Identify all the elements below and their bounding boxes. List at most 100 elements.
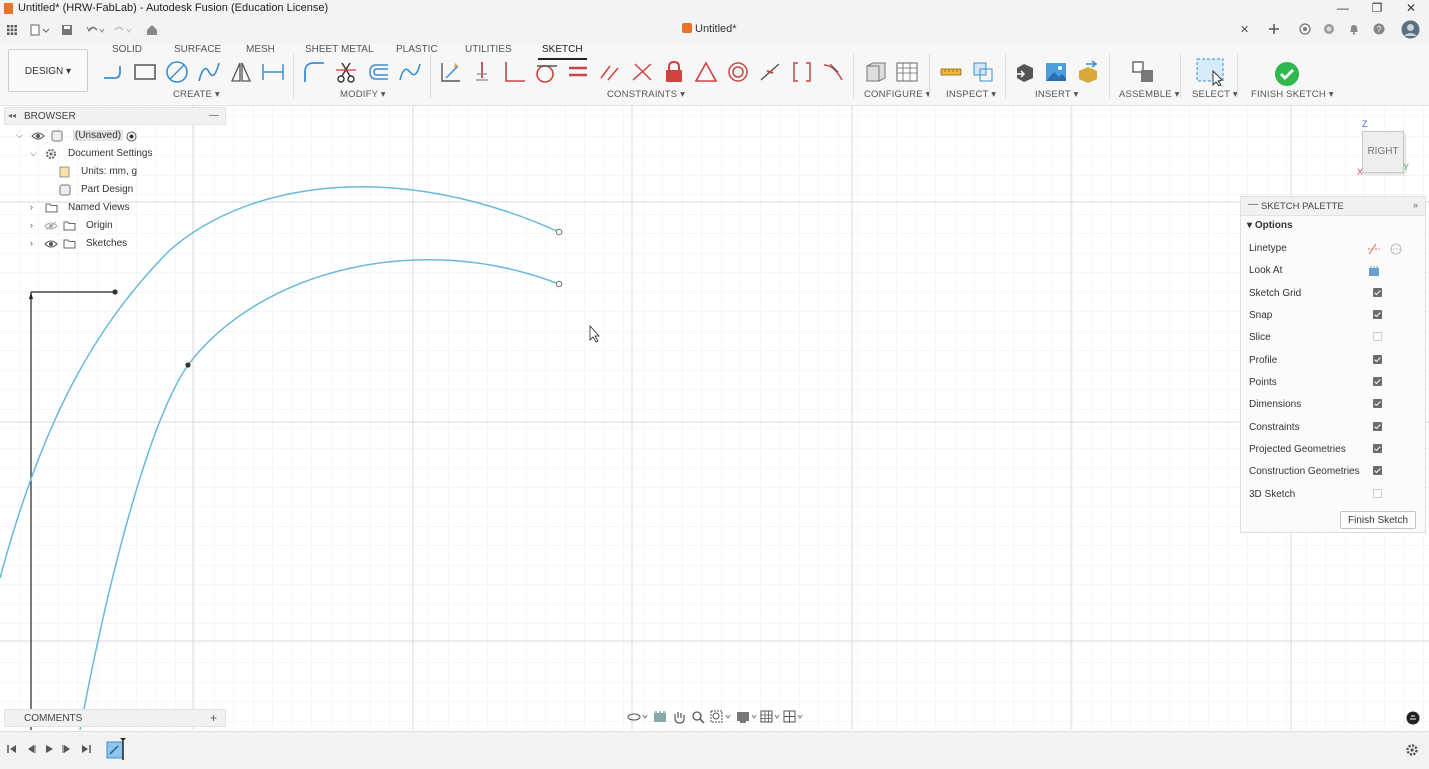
tree-item-units[interactable]: Units: mm, g <box>0 163 226 181</box>
constraints-menu[interactable]: CONSTRAINTS ▾ <box>607 89 685 100</box>
close-button[interactable]: ✕ <box>1394 0 1428 17</box>
tab-solid[interactable]: SOLID <box>112 44 142 55</box>
tangent-constraint-icon[interactable] <box>534 60 558 84</box>
offset-tool-icon[interactable] <box>366 60 390 84</box>
spline-tool-icon[interactable] <box>197 60 221 84</box>
chevron-right-icon[interactable]: › <box>30 202 33 212</box>
construction-linetype-icon[interactable] <box>1367 242 1381 256</box>
new-component-icon[interactable] <box>1131 60 1155 84</box>
insert-menu[interactable]: INSERT ▾ <box>1035 89 1079 100</box>
create-menu[interactable]: CREATE ▾ <box>173 89 220 100</box>
assemble-menu[interactable]: ASSEMBLE ▾ <box>1119 89 1180 100</box>
zoom-window-icon[interactable] <box>710 710 732 724</box>
inspect-menu[interactable]: INSPECT ▾ <box>946 89 996 100</box>
design-workspace-button[interactable]: DESIGN ▾ <box>8 49 88 92</box>
rectangle-tool-icon[interactable] <box>133 60 157 84</box>
insert-image-icon[interactable] <box>1044 60 1068 84</box>
look-at-icon[interactable] <box>1368 265 1380 277</box>
tree-item-root[interactable]: ⌵ (Unsaved) <box>0 127 226 145</box>
modify-menu[interactable]: MODIFY ▾ <box>340 89 386 100</box>
coincident-constraint-icon[interactable] <box>438 60 462 84</box>
chevron-right-icon[interactable]: › <box>30 220 33 230</box>
slice-checkbox[interactable] <box>1373 332 1382 341</box>
timeline-settings-gear-icon[interactable] <box>1405 743 1419 757</box>
help-icon[interactable]: ? <box>1373 23 1385 35</box>
maximize-button[interactable]: ❐ <box>1360 0 1394 17</box>
eye-visibility-icon[interactable] <box>31 131 45 141</box>
chevron-down-icon[interactable]: ⌵ <box>30 148 37 159</box>
projected-geometries-checkbox[interactable] <box>1373 444 1382 453</box>
viewcube[interactable]: RIGHT <box>1362 131 1404 173</box>
tab-surface[interactable]: SURFACE <box>174 44 221 55</box>
zoom-icon[interactable] <box>691 710 705 724</box>
display-settings-icon[interactable] <box>736 710 758 724</box>
step-forward-icon[interactable] <box>62 744 72 754</box>
chevron-right-icon[interactable]: › <box>30 238 33 248</box>
tree-item-origin[interactable]: › Origin <box>0 217 226 235</box>
spline-endpoint[interactable] <box>555 280 563 288</box>
extensions-icon[interactable] <box>1299 23 1311 35</box>
configure-design-icon[interactable] <box>863 60 887 84</box>
sketch-grid-checkbox[interactable] <box>1373 288 1382 297</box>
grid-snaps-icon[interactable] <box>760 710 782 724</box>
fix-unfix-lock-icon[interactable] <box>662 60 686 84</box>
tab-mesh[interactable]: MESH <box>246 44 275 55</box>
pan-hand-icon[interactable] <box>672 710 686 724</box>
insert-mcmaster-icon[interactable] <box>1076 60 1100 84</box>
file-menu-icon[interactable] <box>30 24 50 36</box>
tab-utilities[interactable]: UTILITIES <box>465 44 512 55</box>
save-icon[interactable] <box>61 24 73 36</box>
insert-derive-icon[interactable] <box>1012 60 1036 84</box>
select-window-icon[interactable] <box>1196 58 1224 86</box>
construction-geometries-checkbox[interactable] <box>1373 466 1382 475</box>
go-to-start-icon[interactable] <box>7 744 17 754</box>
perpendicular-constraint-icon[interactable] <box>502 60 526 84</box>
grid-menu-icon[interactable] <box>7 25 17 35</box>
dimensions-checkbox[interactable] <box>1373 399 1382 408</box>
concentric-constraint-icon[interactable] <box>726 60 750 84</box>
palette-expand-icon[interactable]: » <box>1413 200 1418 210</box>
document-tab[interactable]: Untitled* <box>682 23 737 35</box>
tab-sheet-metal[interactable]: SHEET METAL <box>305 44 374 55</box>
look-at-nav-icon[interactable] <box>653 710 667 724</box>
eye-hidden-icon[interactable] <box>44 221 58 231</box>
fillet-tool-icon[interactable] <box>302 60 326 84</box>
configure-menu[interactable]: CONFIGURE ▾ <box>864 89 931 100</box>
symmetry-constraint-icon[interactable] <box>630 60 654 84</box>
add-comment-button[interactable]: + <box>210 711 217 725</box>
points-checkbox[interactable] <box>1373 377 1382 386</box>
timeline-sketch-feature-icon[interactable] <box>106 737 128 761</box>
circle-tool-icon[interactable] <box>165 60 189 84</box>
close-document-tab-button[interactable]: ✕ <box>1240 23 1249 36</box>
parallel-constraint-icon[interactable] <box>598 60 622 84</box>
chat-feedback-icon[interactable] <box>1406 711 1420 725</box>
mirror-tool-icon[interactable] <box>229 60 253 84</box>
triangle-constraint-icon[interactable] <box>694 60 718 84</box>
constraints-checkbox[interactable] <box>1373 422 1382 431</box>
change-parameters-icon[interactable] <box>398 60 422 84</box>
options-section-header[interactable]: ▾ Options <box>1247 220 1293 231</box>
spline-fit-point[interactable] <box>185 362 191 368</box>
minimize-button[interactable]: — <box>1326 0 1360 17</box>
spline-fit-point[interactable] <box>112 289 118 295</box>
configuration-table-icon[interactable] <box>895 60 919 84</box>
spline-endpoint[interactable] <box>555 228 563 236</box>
browser-minimize-button[interactable]: — <box>209 110 219 121</box>
user-avatar[interactable] <box>1401 20 1420 39</box>
collinear-constraint-icon[interactable] <box>790 60 814 84</box>
tree-item-part-design[interactable]: Part Design <box>0 181 226 199</box>
undo-icon[interactable] <box>85 24 107 36</box>
orbit-icon[interactable] <box>626 710 648 724</box>
curvature-constraint-icon[interactable] <box>822 60 846 84</box>
snap-checkbox[interactable] <box>1373 310 1382 319</box>
collapse-panel-icon[interactable]: ◂◂ <box>8 111 16 120</box>
notifications-bell-icon[interactable] <box>1348 23 1360 35</box>
job-status-icon[interactable] <box>1323 23 1335 35</box>
finish-sketch-check-icon[interactable] <box>1274 61 1300 87</box>
interference-inspect-icon[interactable] <box>971 60 995 84</box>
activate-radio-icon[interactable] <box>126 131 137 142</box>
sketch-dimension-icon[interactable] <box>261 60 285 84</box>
equal-constraint-icon[interactable] <box>566 60 590 84</box>
viewports-icon[interactable] <box>783 710 805 724</box>
palette-collapse-icon[interactable]: — <box>1248 199 1258 210</box>
